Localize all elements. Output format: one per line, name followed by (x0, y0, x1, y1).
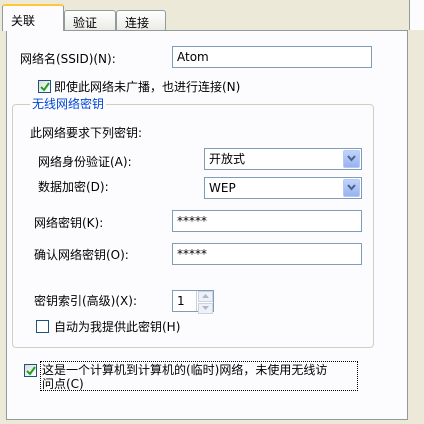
checkmark-icon (40, 82, 50, 92)
auto-key-checkbox[interactable] (36, 320, 49, 333)
ssid-label: 网络名(SSID)(N): (20, 52, 116, 66)
key-index-spinner[interactable] (196, 291, 213, 314)
encryption-dropdown-button[interactable] (343, 179, 360, 197)
spin-up-button[interactable] (198, 291, 213, 302)
tab-association[interactable]: 关联 (2, 4, 64, 31)
requires-key-text: 此网络要求下列密钥: (30, 126, 143, 140)
chevron-down-icon (347, 184, 356, 191)
auth-label: 网络身份验证(A): (38, 155, 132, 169)
confirm-key-input[interactable]: ***** (172, 243, 362, 265)
connect-hidden-label: 即使此网络未广播，也进行连接(N) (54, 80, 241, 94)
encryption-label: 数据加密(D): (38, 180, 109, 194)
adhoc-label-line1: 这是一个计算机到计算机的(临时)网络，未使用无线访 (42, 363, 328, 377)
key-index-label: 密钥索引(高级)(X): (34, 294, 137, 308)
auth-select[interactable]: 开放式 (204, 148, 362, 170)
tab-authentication-label: 验证 (73, 16, 98, 30)
connect-hidden-checkbox[interactable] (38, 80, 51, 93)
spin-down-button[interactable] (198, 303, 213, 314)
auth-dropdown-button[interactable] (343, 150, 360, 168)
chevron-up-icon (202, 294, 209, 298)
encryption-select-value: WEP (209, 181, 236, 195)
network-key-input[interactable]: ***** (172, 210, 362, 232)
key-index-value: 1 (177, 294, 185, 308)
tab-association-label: 关联 (11, 14, 36, 28)
tab-connection[interactable]: 连接 (116, 10, 166, 30)
auto-key-label: 自动为我提供此密钥(H) (54, 320, 181, 334)
window-edge (409, 0, 424, 30)
network-key-label: 网络密钥(K): (34, 216, 104, 230)
ssid-input[interactable]: Atom (172, 46, 372, 68)
adhoc-label-line2: 问点(C) (42, 377, 84, 391)
adhoc-checkbox[interactable] (24, 364, 37, 377)
chevron-down-icon (347, 155, 356, 162)
tab-connection-label: 连接 (125, 16, 150, 30)
encryption-select[interactable]: WEP (204, 177, 362, 199)
auth-select-value: 开放式 (209, 152, 246, 166)
confirm-key-label: 确认网络密钥(O): (34, 248, 129, 262)
tab-authentication[interactable]: 验证 (64, 10, 116, 30)
checkmark-icon (26, 366, 36, 376)
chevron-down-icon (202, 306, 209, 310)
wireless-key-group-title: 无线网络密钥 (30, 97, 107, 111)
